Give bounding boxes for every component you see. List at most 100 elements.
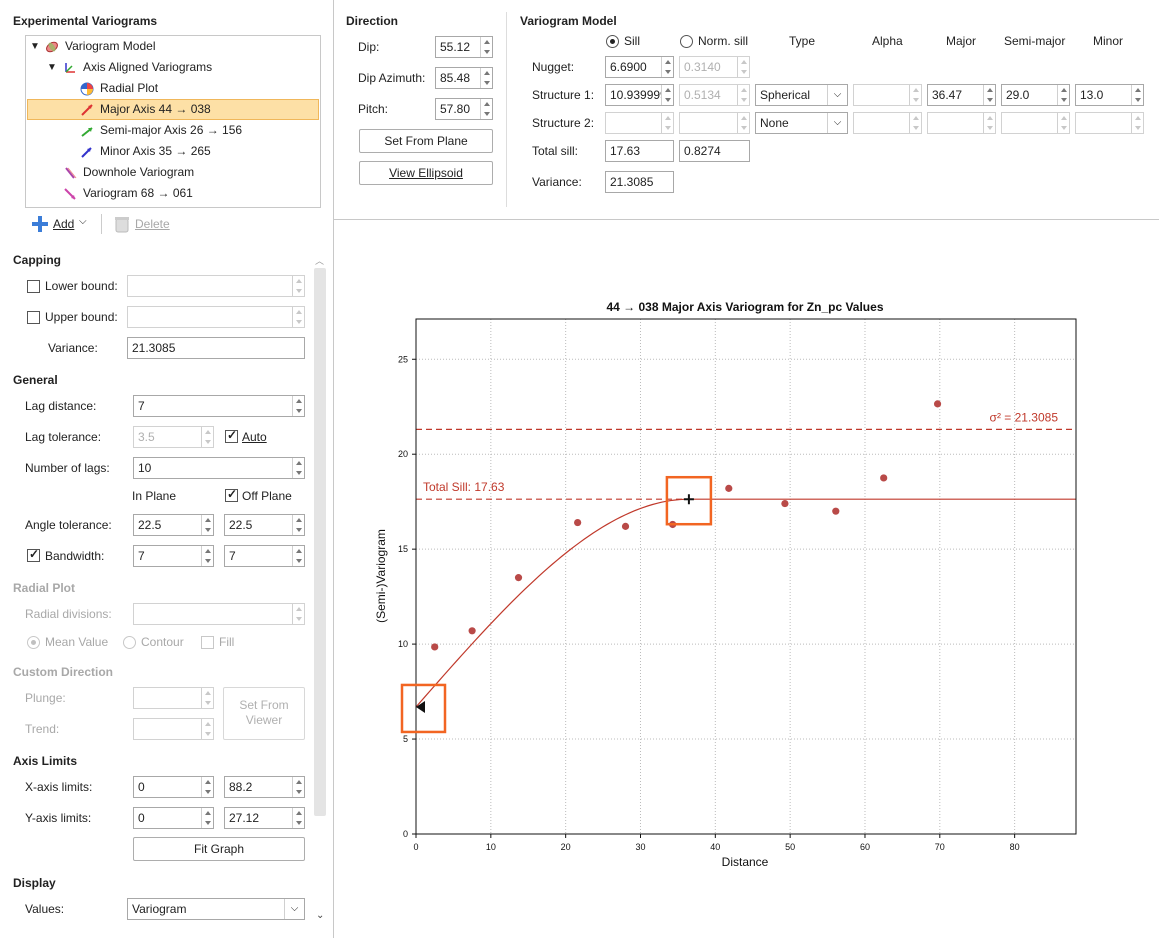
angle-tolerance-off-input[interactable]: 22.5	[224, 514, 305, 536]
structure2-minor-input[interactable]	[1075, 112, 1144, 134]
chevron-down-icon: ⌵	[284, 899, 304, 919]
x-tick-label: 50	[785, 842, 795, 852]
x-tick-label: 40	[710, 842, 720, 852]
left-scrollbar[interactable]: ︿ ⌄	[313, 254, 327, 924]
structure2-norm-input[interactable]	[679, 112, 750, 134]
bandwidth-off-input[interactable]: 7	[224, 545, 305, 567]
plunge-input[interactable]	[133, 687, 214, 709]
section-divider	[506, 12, 507, 207]
fit-graph-button[interactable]: Fit Graph	[133, 837, 305, 861]
lag-tolerance-value: 3.5	[138, 430, 155, 444]
range-drag-handle-icon[interactable]	[683, 494, 694, 505]
trend-label: Trend:	[25, 722, 60, 736]
bandwidth-checkbox[interactable]	[27, 547, 40, 562]
scrollbar-thumb[interactable]	[314, 268, 326, 816]
tree-item-major-axis[interactable]: Major Axis 44 → 038	[27, 99, 319, 120]
tree-item-minor-axis[interactable]: Minor Axis 35 → 265	[27, 141, 319, 162]
dip-azimuth-input[interactable]: 85.48	[435, 67, 493, 89]
structure2-semi-major-input[interactable]	[1001, 112, 1070, 134]
structure2-type-dropdown[interactable]: None ⌵	[755, 112, 848, 134]
model-variance-value: 21.3085	[610, 175, 654, 189]
structure1-sill-input[interactable]: 10.939999	[605, 84, 674, 106]
structure1-major-input[interactable]: 36.47	[927, 84, 996, 106]
nugget-sill-value: 6.6900	[610, 60, 647, 74]
nugget-norm-input[interactable]: 0.3140	[679, 56, 750, 78]
expand-icon[interactable]: ▼	[30, 36, 40, 57]
radial-divisions-input[interactable]	[133, 603, 305, 625]
y-tick-label: 0	[403, 829, 408, 839]
structure1-major-value: 36.47	[932, 88, 963, 102]
scroll-down-icon[interactable]: ⌄	[316, 910, 324, 921]
capping-title: Capping	[13, 253, 61, 267]
structure1-minor-input[interactable]: 13.0	[1075, 84, 1144, 106]
nugget-drag-handle-icon[interactable]	[416, 700, 425, 713]
lag-tolerance-input[interactable]: 3.5	[133, 426, 214, 448]
variogram-chart[interactable]: 44 → 038 Major Axis Variogram for Zn_pc …	[335, 221, 1159, 938]
y-tick-label: 5	[403, 734, 408, 744]
y-max-input[interactable]: 27.12	[224, 807, 305, 829]
values-dropdown[interactable]: Variogram ⌵	[127, 898, 305, 920]
structure1-norm-input[interactable]: 0.5134	[679, 84, 750, 106]
nugget-sill-input[interactable]: 6.6900	[605, 56, 674, 78]
tree-item-axis-aligned[interactable]: ▼ Axis Aligned Variograms	[27, 57, 319, 78]
expand-icon[interactable]: ▼	[47, 57, 57, 78]
angle-tolerance-label: Angle tolerance:	[25, 518, 112, 532]
tree-item-radial-plot[interactable]: Radial Plot	[27, 78, 319, 99]
x-tick-label: 30	[635, 842, 645, 852]
num-lags-label: Number of lags:	[25, 461, 110, 475]
auto-checkbox[interactable]	[225, 428, 238, 443]
fill-checkbox[interactable]	[201, 636, 214, 649]
tree-item-label: Downhole Variogram	[83, 165, 195, 179]
structure2-alpha-input[interactable]	[853, 112, 922, 134]
scroll-up-icon[interactable]: ︿	[315, 254, 324, 267]
variogram-tree[interactable]: ▼ Variogram Model ▼ Axis Aligned Variogr…	[25, 35, 321, 208]
lag-distance-value: 7	[138, 399, 145, 413]
norm-sill-radio[interactable]	[680, 35, 693, 48]
mean-value-radio[interactable]	[27, 636, 40, 649]
contour-radio[interactable]	[123, 636, 136, 649]
tree-item-label: Axis Aligned Variograms	[83, 60, 213, 74]
chart-grid	[416, 319, 1076, 834]
lag-distance-input[interactable]: 7	[133, 395, 305, 417]
tree-item-label: Radial Plot	[100, 81, 159, 95]
dip-value: 55.12	[440, 40, 471, 54]
lower-bound-input[interactable]	[127, 275, 305, 297]
x-max-input[interactable]: 88.2	[224, 776, 305, 798]
upper-bound-checkbox[interactable]	[27, 311, 40, 324]
structure1-type-dropdown[interactable]: Spherical ⌵	[755, 84, 848, 106]
structure2-sill-input[interactable]	[605, 112, 674, 134]
tree-item-variogram-68[interactable]: Variogram 68 → 061	[27, 183, 319, 204]
variance-annotation: σ² = 21.3085	[990, 410, 1059, 424]
bandwidth-in-value: 7	[138, 549, 145, 563]
structure1-norm-value: 0.5134	[684, 88, 721, 102]
structure2-major-input[interactable]	[927, 112, 996, 134]
angle-tolerance-in-input[interactable]: 22.5	[133, 514, 214, 536]
sill-label: Sill	[624, 34, 641, 48]
general-title: General	[13, 373, 58, 387]
data-point	[880, 474, 888, 482]
num-lags-input[interactable]: 10	[133, 457, 305, 479]
x-min-input[interactable]: 0	[133, 776, 214, 798]
y-min-value: 0	[138, 811, 145, 825]
bandwidth-in-input[interactable]: 7	[133, 545, 214, 567]
view-ellipsoid-button[interactable]: View Ellipsoid	[359, 161, 493, 185]
structure1-semi-major-input[interactable]: 29.0	[1001, 84, 1070, 106]
set-from-viewer-button[interactable]: Set From Viewer	[223, 687, 305, 740]
off-plane-checkbox[interactable]	[225, 487, 238, 502]
upper-bound-input[interactable]	[127, 306, 305, 328]
tree-item-variogram-model[interactable]: ▼ Variogram Model	[27, 36, 319, 57]
structure1-alpha-input[interactable]	[853, 84, 922, 106]
data-point	[725, 484, 733, 492]
tree-item-semi-major-axis[interactable]: Semi-major Axis 26 → 156	[27, 120, 319, 141]
lower-bound-checkbox[interactable]	[27, 280, 40, 293]
tree-item-downhole[interactable]: Downhole Variogram	[27, 162, 319, 183]
y-min-input[interactable]: 0	[133, 807, 214, 829]
nugget-norm-value: 0.3140	[684, 60, 721, 74]
set-from-plane-button[interactable]: Set From Plane	[359, 129, 493, 153]
chart-handles[interactable]	[400, 475, 713, 734]
pitch-input[interactable]: 57.80	[435, 98, 493, 120]
trend-input[interactable]	[133, 718, 214, 740]
dip-input[interactable]: 55.12	[435, 36, 493, 58]
sill-radio[interactable]	[606, 35, 619, 48]
axis-limits-title: Axis Limits	[13, 754, 78, 768]
